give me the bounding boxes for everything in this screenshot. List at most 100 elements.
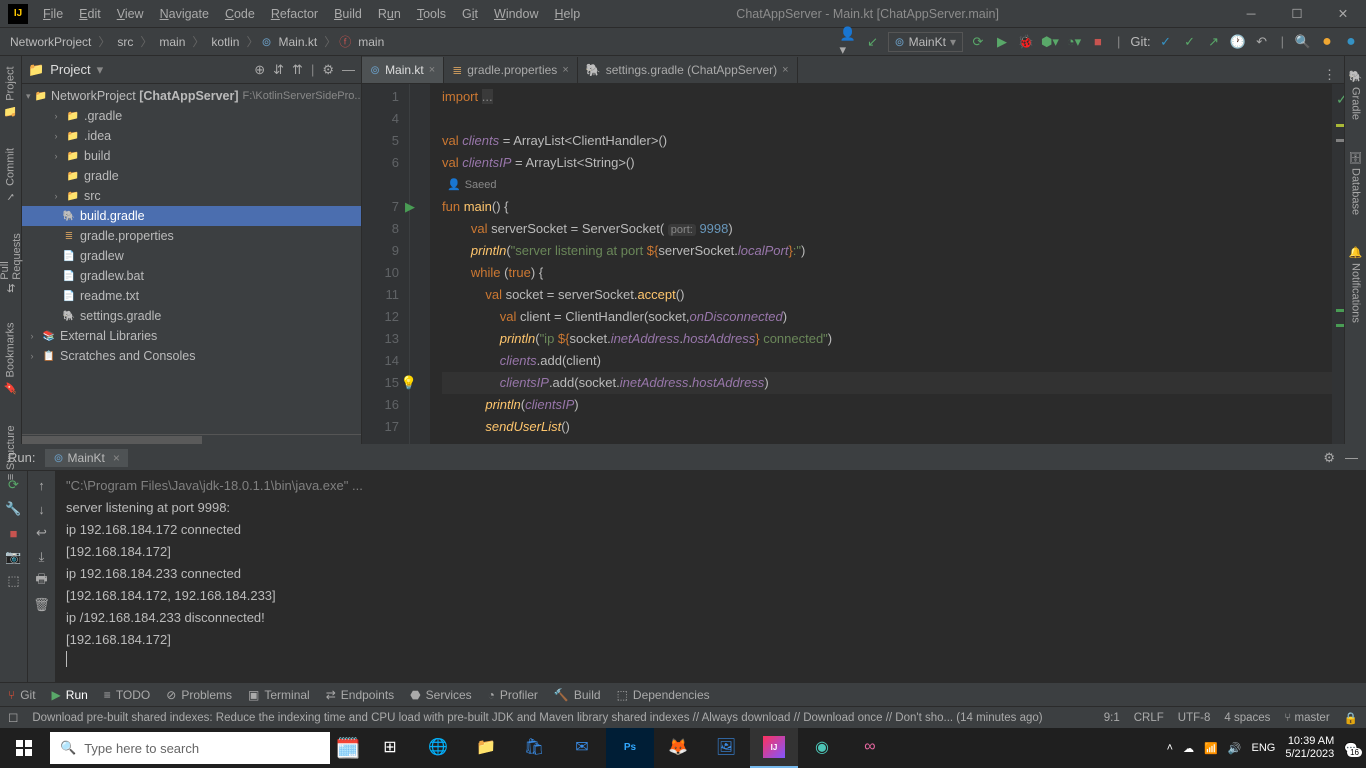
tree-item[interactable]: 📄gradlew.bat: [22, 266, 361, 286]
menu-edit[interactable]: Edit: [72, 3, 108, 25]
gutter-commit[interactable]: ✓ Commit: [2, 142, 19, 209]
btab-build[interactable]: 🔨Build: [554, 688, 601, 702]
tree-item[interactable]: ›📁.idea: [22, 126, 361, 146]
btab-profiler[interactable]: ◔Profiler: [488, 688, 538, 702]
indent-config[interactable]: 4 spaces: [1224, 712, 1270, 724]
run-config-selector[interactable]: ⊚MainKt▾: [888, 32, 963, 52]
minimize-button[interactable]: ─: [1228, 0, 1274, 28]
task-intellij-icon[interactable]: IJ: [750, 728, 798, 768]
bc-file[interactable]: Main.kt: [275, 33, 322, 51]
menu-file[interactable]: File: [36, 3, 70, 25]
back-icon[interactable]: ↙: [864, 33, 882, 51]
task-edge-icon[interactable]: 🌐: [414, 728, 462, 768]
search-icon[interactable]: 🔍: [1294, 33, 1312, 51]
tree-external[interactable]: ›📚External Libraries: [22, 326, 361, 346]
menu-code[interactable]: Code: [218, 3, 262, 25]
close-icon[interactable]: ×: [562, 64, 568, 76]
git-history-icon[interactable]: 🕐: [1229, 33, 1247, 51]
caret-position[interactable]: 9:1: [1104, 712, 1120, 724]
gutter-notifications[interactable]: 🔔 Notifications: [1347, 240, 1364, 329]
expand-all-icon[interactable]: ⇵: [273, 62, 284, 78]
coverage-icon[interactable]: ⬢▾: [1041, 33, 1059, 51]
task-photoshop-icon[interactable]: Ps: [606, 728, 654, 768]
code-content[interactable]: import ... val clients = ArrayList<Clien…: [430, 84, 1332, 444]
bc-root[interactable]: NetworkProject: [6, 33, 95, 51]
console-output[interactable]: "C:\Program Files\Java\jdk-18.0.1.1\bin\…: [56, 471, 1366, 682]
start-button[interactable]: [0, 728, 48, 768]
task-mail-icon[interactable]: ✉: [558, 728, 606, 768]
task-view-icon[interactable]: ⊞: [366, 728, 414, 768]
git-push-icon[interactable]: ↗: [1205, 33, 1223, 51]
search-highlights-icon[interactable]: 🗓️: [330, 732, 366, 764]
tree-item[interactable]: ≣gradle.properties: [22, 226, 361, 246]
scroll-end-icon[interactable]: ⤓: [34, 549, 50, 565]
menu-run[interactable]: Run: [371, 3, 408, 25]
stop-run-icon[interactable]: ■: [6, 525, 22, 541]
tray-volume-icon[interactable]: 🔊: [1228, 742, 1242, 755]
soft-wrap-icon[interactable]: ↩: [34, 525, 50, 541]
tree-item[interactable]: 🐘settings.gradle: [22, 306, 361, 326]
task-explorer-icon[interactable]: 📁: [462, 728, 510, 768]
tray-clock[interactable]: 10:39 AM5/21/2023: [1285, 735, 1334, 761]
tab-main-kt[interactable]: ⊚Main.kt×: [362, 57, 444, 83]
print-icon[interactable]: 🖶: [34, 573, 50, 589]
git-commit-icon[interactable]: ✓: [1181, 33, 1199, 51]
intention-bulb-icon[interactable]: 💡: [401, 372, 417, 394]
btab-services[interactable]: ⬣Services: [410, 688, 472, 702]
tab-settings-gradle[interactable]: 🐘settings.gradle (ChatAppServer)×: [578, 57, 798, 83]
reload-icon[interactable]: ⟳: [969, 33, 987, 51]
tree-root[interactable]: ▾📁 NetworkProject [ChatAppServer] F:\Kot…: [22, 86, 361, 106]
menu-view[interactable]: View: [110, 3, 151, 25]
up-trace-icon[interactable]: ↑: [34, 477, 50, 493]
tab-gradle-properties[interactable]: ≣gradle.properties×: [444, 57, 578, 83]
gutter-gradle[interactable]: 🐘 Gradle: [1347, 64, 1364, 126]
task-app1-icon[interactable]: ◉: [798, 728, 846, 768]
tray-overflow-icon[interactable]: ˄: [1167, 742, 1173, 754]
bc-kotlin[interactable]: kotlin: [207, 33, 243, 51]
debug-icon[interactable]: 🐞: [1017, 33, 1035, 51]
collapse-all-icon[interactable]: ⇈: [292, 62, 303, 78]
tree-item-selected[interactable]: 🐘build.gradle: [22, 206, 361, 226]
tree-item[interactable]: ›📁build: [22, 146, 361, 166]
tab-actions-icon[interactable]: ⋮: [1315, 67, 1344, 83]
gutter-bookmarks[interactable]: 🔖 Bookmarks: [2, 316, 19, 400]
down-trace-icon[interactable]: ↓: [34, 501, 50, 517]
bc-func[interactable]: main: [354, 33, 388, 51]
layout-icon[interactable]: ⬚: [6, 573, 22, 589]
ide-updates-icon[interactable]: ●: [1318, 33, 1336, 51]
close-icon[interactable]: ×: [782, 64, 788, 76]
status-message[interactable]: Download pre-built shared indexes: Reduc…: [32, 712, 1089, 724]
tree-item[interactable]: 📄readme.txt: [22, 286, 361, 306]
gutter-pull-requests[interactable]: ⇆ Pull Requests: [0, 227, 25, 299]
inspection-ok-icon[interactable]: ✓: [1336, 88, 1340, 110]
run-settings-icon[interactable]: ⚙: [1323, 450, 1335, 466]
close-icon[interactable]: ×: [429, 64, 435, 76]
panel-settings-icon[interactable]: ⚙: [322, 62, 334, 78]
task-app2-icon[interactable]: ∞: [846, 728, 894, 768]
profile-icon[interactable]: ◔▾: [1065, 33, 1083, 51]
btab-endpoints[interactable]: ⇄Endpoints: [326, 688, 394, 702]
git-branch[interactable]: ⑂ master: [1284, 712, 1329, 724]
btab-problems[interactable]: ⊘Problems: [166, 688, 232, 702]
run-config-icon[interactable]: 🔧: [6, 501, 22, 517]
tree-item[interactable]: ›📁.gradle: [22, 106, 361, 126]
task-photos-icon[interactable]: 🖼: [702, 728, 750, 768]
git-update-icon[interactable]: ✓: [1157, 33, 1175, 51]
btab-terminal[interactable]: ▣Terminal: [248, 688, 310, 702]
clear-icon[interactable]: 🗑: [34, 597, 50, 613]
run-icon[interactable]: ▶: [993, 33, 1011, 51]
menu-build[interactable]: Build: [327, 3, 369, 25]
tray-notifications-icon[interactable]: 💬16: [1344, 742, 1358, 755]
btab-todo[interactable]: ≡TODO: [104, 688, 150, 702]
bc-src[interactable]: src: [113, 33, 137, 51]
line-separator[interactable]: CRLF: [1134, 712, 1164, 724]
gutter-structure[interactable]: ≡ Structure: [3, 419, 19, 486]
tree-scratches[interactable]: ›📋Scratches and Consoles: [22, 346, 361, 366]
stop-icon[interactable]: ■: [1089, 33, 1107, 51]
dump-threads-icon[interactable]: 📷: [6, 549, 22, 565]
taskbar-search[interactable]: 🔍 Type here to search: [50, 732, 330, 764]
menu-tools[interactable]: Tools: [410, 3, 453, 25]
gutter-database[interactable]: 🗄 Database: [1347, 144, 1364, 221]
tree-item[interactable]: 📄gradlew: [22, 246, 361, 266]
close-button[interactable]: ✕: [1320, 0, 1366, 28]
